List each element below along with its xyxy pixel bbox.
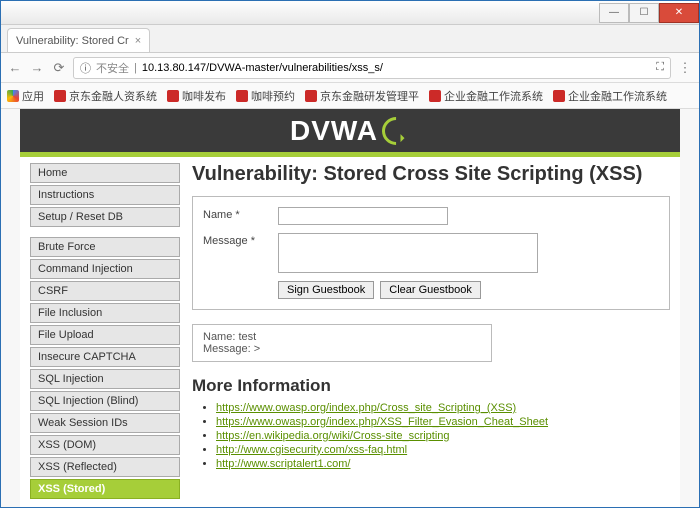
sidebar-item-xss-stored-[interactable]: XSS (Stored) bbox=[30, 479, 180, 499]
guestbook-entry: Name: test Message: > bbox=[192, 324, 492, 362]
browser-tab[interactable]: Vulnerability: Stored Cr × bbox=[7, 28, 150, 52]
sidebar-item-sql-injection[interactable]: SQL Injection bbox=[30, 369, 180, 389]
info-link[interactable]: http://www.scriptalert1.com/ bbox=[216, 458, 351, 470]
clear-button[interactable] bbox=[380, 281, 481, 299]
apps-button[interactable]: 应用 bbox=[7, 88, 44, 104]
sidebar: HomeInstructionsSetup / Reset DB Brute F… bbox=[30, 163, 180, 501]
sidebar-item-weak-session-ids[interactable]: Weak Session IDs bbox=[30, 413, 180, 433]
menu-icon[interactable]: ⋮ bbox=[677, 60, 693, 76]
dvwa-page: DVWA HomeInstructionsSetup / Reset DB Br… bbox=[20, 109, 680, 507]
info-link[interactable]: http://www.cgisecurity.com/xss-faq.html bbox=[216, 444, 407, 456]
translate-icon[interactable]: ⛶ bbox=[656, 61, 664, 74]
page-viewport: DVWA HomeInstructionsSetup / Reset DB Br… bbox=[1, 109, 699, 507]
window-titlebar: — ☐ ✕ bbox=[1, 1, 699, 25]
info-link[interactable]: https://www.owasp.org/index.php/Cross_si… bbox=[216, 402, 516, 414]
info-links: https://www.owasp.org/index.php/Cross_si… bbox=[216, 402, 670, 472]
bookmark-item[interactable]: 京东金融人资系统 bbox=[54, 88, 157, 104]
name-input[interactable] bbox=[278, 207, 448, 225]
sidebar-item-file-upload[interactable]: File Upload bbox=[30, 325, 180, 345]
page-title: Vulnerability: Stored Cross Site Scripti… bbox=[192, 163, 670, 186]
sidebar-item-home[interactable]: Home bbox=[30, 163, 180, 183]
dvwa-header: DVWA bbox=[20, 109, 680, 157]
bookmark-item[interactable]: 京东金融研发管理平 bbox=[305, 88, 419, 104]
tab-close-icon[interactable]: × bbox=[135, 35, 141, 47]
guestbook-form: Name * Message * bbox=[192, 196, 670, 310]
sidebar-item-file-inclusion[interactable]: File Inclusion bbox=[30, 303, 180, 323]
back-icon[interactable]: ← bbox=[7, 60, 23, 76]
sidebar-item-setup-reset-db[interactable]: Setup / Reset DB bbox=[30, 207, 180, 227]
security-label: 不安全 bbox=[96, 60, 129, 76]
close-button[interactable]: ✕ bbox=[659, 3, 699, 23]
bookmark-item[interactable]: 企业金融工作流系统 bbox=[553, 88, 667, 104]
message-input[interactable] bbox=[278, 233, 538, 273]
sidebar-item-xss-dom-[interactable]: XSS (DOM) bbox=[30, 435, 180, 455]
reload-icon[interactable]: ⟳ bbox=[51, 60, 67, 76]
insecure-icon: ⓘ bbox=[80, 60, 91, 76]
tab-title: Vulnerability: Stored Cr bbox=[16, 35, 129, 47]
tab-strip: Vulnerability: Stored Cr × bbox=[1, 25, 699, 53]
bookmark-bar: 应用 京东金融人资系统咖啡发布咖啡预约京东金融研发管理平企业金融工作流系统企业金… bbox=[1, 83, 699, 109]
dvwa-logo: DVWA bbox=[290, 115, 410, 147]
info-link[interactable]: https://en.wikipedia.org/wiki/Cross-site… bbox=[216, 430, 450, 442]
message-label: Message * bbox=[203, 233, 278, 247]
sidebar-item-insecure-captcha[interactable]: Insecure CAPTCHA bbox=[30, 347, 180, 367]
bookmark-item[interactable]: 咖啡预约 bbox=[236, 88, 295, 104]
browser-window: — ☐ ✕ Vulnerability: Stored Cr × ← → ⟳ ⓘ… bbox=[0, 0, 700, 508]
url-input[interactable]: ⓘ 不安全 | ⛶ bbox=[73, 57, 671, 79]
sidebar-item-instructions[interactable]: Instructions bbox=[30, 185, 180, 205]
sidebar-item-csrf[interactable]: CSRF bbox=[30, 281, 180, 301]
address-bar: ← → ⟳ ⓘ 不安全 | ⛶ ⋮ bbox=[1, 53, 699, 83]
main-content: Vulnerability: Stored Cross Site Scripti… bbox=[192, 163, 670, 501]
bookmark-item[interactable]: 咖啡发布 bbox=[167, 88, 226, 104]
logo-arc-icon bbox=[376, 111, 416, 151]
sidebar-item-brute-force[interactable]: Brute Force bbox=[30, 237, 180, 257]
minimize-button[interactable]: — bbox=[599, 3, 629, 23]
sidebar-item-command-injection[interactable]: Command Injection bbox=[30, 259, 180, 279]
info-link[interactable]: https://www.owasp.org/index.php/XSS_Filt… bbox=[216, 416, 548, 428]
forward-icon[interactable]: → bbox=[29, 60, 45, 76]
name-label: Name * bbox=[203, 207, 278, 221]
more-info-heading: More Information bbox=[192, 376, 670, 396]
url-text[interactable] bbox=[142, 62, 651, 74]
maximize-button[interactable]: ☐ bbox=[629, 3, 659, 23]
bookmark-item[interactable]: 企业金融工作流系统 bbox=[429, 88, 543, 104]
sidebar-item-sql-injection-blind-[interactable]: SQL Injection (Blind) bbox=[30, 391, 180, 411]
sidebar-item-xss-reflected-[interactable]: XSS (Reflected) bbox=[30, 457, 180, 477]
sign-button[interactable] bbox=[278, 281, 374, 299]
